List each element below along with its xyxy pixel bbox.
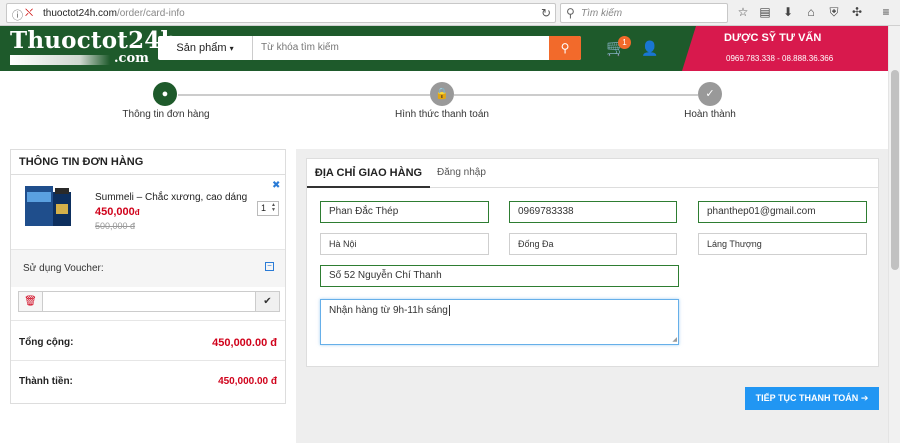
divider (11, 174, 285, 175)
menu-icon[interactable]: ≡ (878, 4, 894, 20)
apply-voucher-check-icon[interactable]: ✔ (255, 292, 279, 311)
tab-login[interactable]: Đăng nhập (437, 159, 486, 188)
name-field[interactable]: Phan Đắc Thép (320, 201, 489, 223)
step-label: Hình thức thanh toán (395, 109, 489, 120)
site-search-button[interactable]: ⚲ (549, 36, 581, 60)
hotline-phones: 0969.783.338 - 08.888.36.366 (726, 54, 834, 63)
city-select[interactable]: Hà Nội (320, 233, 489, 255)
bookmark-star-icon[interactable]: ☆ (735, 4, 751, 20)
total-label: Tổng cộng: (19, 337, 74, 348)
url-text[interactable]: thuoctot24h.com/order/card-info (43, 8, 185, 19)
voucher-input-group: 🗑 ✔ (18, 291, 280, 312)
voucher-toggle-row[interactable]: Sử dụng Voucher: − (11, 249, 285, 287)
site-search: Sản phẩm ▾ ⚲ (158, 36, 581, 60)
tab-shipping-address[interactable]: ĐỊA CHỈ GIAO HÀNG (307, 159, 430, 188)
step-lock-icon: 🔒 (430, 82, 454, 106)
delivery-note-textarea[interactable]: Nhận hàng từ 9h-11h sáng ◢ (320, 299, 679, 345)
logo-text: Thuoctot24h (10, 27, 178, 54)
search-icon: ⚲ (560, 41, 570, 55)
category-dropdown[interactable]: Sản phẩm ▾ (158, 36, 253, 60)
browser-search-placeholder: Tìm kiếm (581, 8, 623, 19)
order-summary-title: THÔNG TIN ĐƠN HÀNG (19, 156, 144, 168)
user-add-icon[interactable]: 👤 (641, 40, 658, 57)
cart-count-badge: 1 (618, 36, 631, 49)
site-header: Thuoctot24h .com Sản phẩm ▾ ⚲ 🛒 1 👤 DƯỢC… (0, 26, 888, 71)
product-name[interactable]: Summeli – Chắc xương, cao dáng (95, 192, 247, 203)
district-select[interactable]: Đống Đa (509, 233, 677, 255)
hotline-title: DƯỢC SỸ TƯ VẤN (724, 32, 822, 44)
site-logo[interactable]: Thuoctot24h .com (10, 27, 177, 67)
phone-field[interactable]: 0969783338 (509, 201, 677, 223)
continue-payment-button[interactable]: TIẾP TỤC THANH TOÁN ➔ (745, 387, 879, 410)
product-old-price: 500,000 đ (95, 221, 136, 231)
step-user-icon: ● (153, 82, 177, 106)
divider (11, 360, 285, 361)
browser-toolbar: ⓘ ⛌ thuoctot24h.com/order/card-info ↻ ⚲ … (0, 0, 900, 26)
info-icon[interactable]: ⓘ (12, 7, 23, 23)
product-price: 450,000đ (95, 206, 140, 218)
final-label: Thành tiền: (19, 376, 73, 387)
home-icon[interactable]: ⌂ (803, 4, 819, 20)
step-label: Hoàn thành (684, 109, 736, 120)
shipping-tabs: ĐỊA CHỈ GIAO HÀNG Đăng nhập (307, 159, 878, 188)
remove-item-icon[interactable]: ✖ (272, 180, 280, 191)
pharmacist-hotline[interactable]: DƯỢC SỸ TƯ VẤN 0969.783.338 - 08.888.36.… (682, 26, 888, 71)
reading-list-icon[interactable]: ▤ (757, 4, 773, 20)
shield-icon[interactable]: ⛨ (826, 4, 842, 20)
caret-down-icon: ▾ (229, 44, 234, 53)
email-field[interactable]: phanthep01@gmail.com (698, 201, 867, 223)
logo-suffix: .com (114, 51, 149, 66)
search-icon: ⚲ (566, 6, 575, 20)
ward-select[interactable]: Láng Thượng (698, 233, 867, 255)
shipping-form: ĐỊA CHỈ GIAO HÀNG Đăng nhập Phan Đắc Thé… (306, 158, 879, 367)
insecure-icon: ⛌ (25, 7, 34, 19)
voucher-code-input[interactable] (44, 292, 254, 311)
address-field[interactable]: Số 52 Nguyễn Chí Thanh (320, 265, 679, 287)
logo-underline (10, 55, 110, 65)
shipping-panel: ĐỊA CHỈ GIAO HÀNG Đăng nhập Phan Đắc Thé… (296, 149, 888, 443)
text-cursor (448, 305, 450, 316)
product-image[interactable] (23, 182, 75, 230)
collapse-icon[interactable]: − (265, 262, 274, 271)
divider (11, 320, 285, 321)
arrow-right-icon: ➔ (860, 393, 869, 403)
scrollbar-thumb[interactable] (891, 70, 899, 270)
download-icon[interactable]: ⬇ (780, 4, 796, 20)
voucher-label: Sử dụng Voucher: (23, 263, 104, 274)
reload-icon[interactable]: ↻ (541, 6, 551, 20)
spinner-arrows-icon[interactable]: ▲ ▼ (270, 203, 277, 214)
step-check-icon: ✓ (698, 82, 722, 106)
step-connector (454, 94, 698, 96)
total-value: 450,000.00 đ (212, 337, 277, 349)
extension-icon[interactable]: ✣ (849, 4, 865, 20)
step-label: Thông tin đơn hàng (122, 109, 210, 120)
page-scrollbar[interactable] (888, 26, 900, 443)
order-summary-panel: THÔNG TIN ĐƠN HÀNG Summeli – Chắc xương,… (10, 149, 286, 404)
final-value: 450,000.00 đ (218, 376, 277, 387)
resize-handle-icon[interactable]: ◢ (672, 337, 677, 343)
address-bar[interactable]: ⓘ ⛌ thuoctot24h.com/order/card-info ↻ (6, 3, 556, 23)
step-connector (178, 94, 430, 96)
quantity-stepper[interactable]: 1 ▲ ▼ (257, 201, 279, 216)
browser-search-box[interactable]: ⚲ Tìm kiếm (560, 3, 728, 23)
trash-icon[interactable]: 🗑 (19, 292, 43, 311)
site-search-input[interactable] (254, 36, 549, 60)
